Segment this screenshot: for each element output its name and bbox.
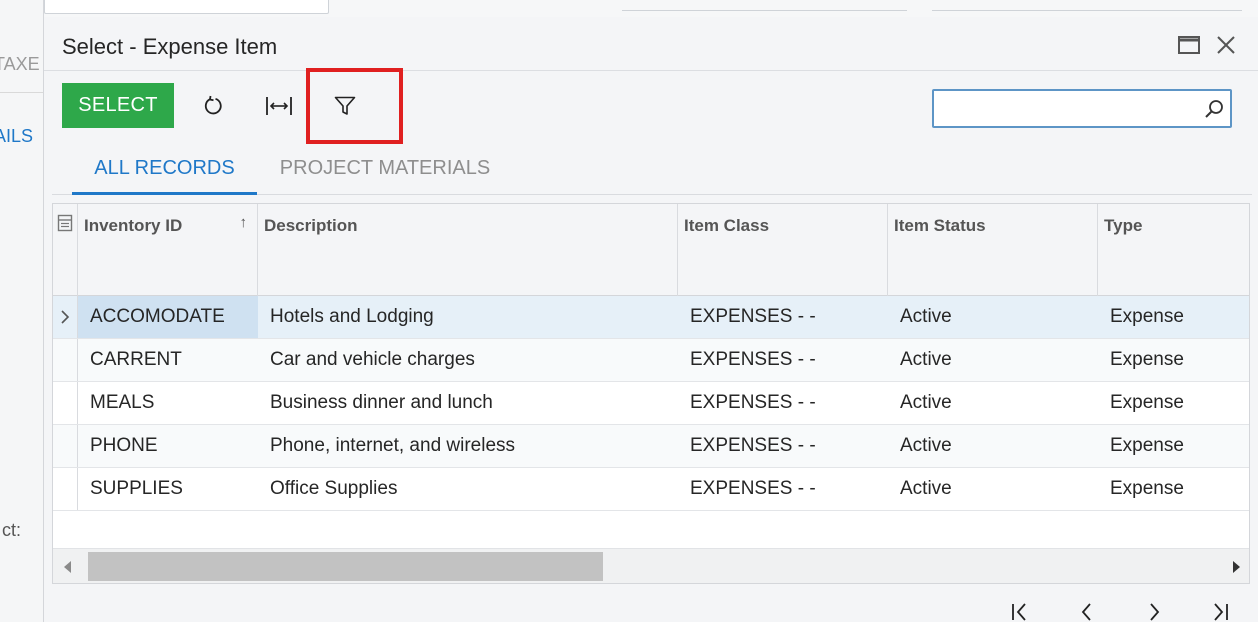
scroll-left-icon[interactable] [59, 558, 77, 576]
close-button[interactable] [1214, 33, 1238, 57]
search-box[interactable] [932, 89, 1232, 128]
background-top-strip [44, 0, 1258, 17]
column-header-label: Type [1104, 216, 1143, 235]
background-field [44, 0, 329, 14]
cell-inventory-id[interactable]: SUPPLIES [78, 468, 258, 510]
cell-item-class[interactable]: EXPENSES - - [678, 382, 888, 424]
cell-item-status[interactable]: Active [888, 296, 1098, 338]
cell-description[interactable]: Car and vehicle charges [258, 339, 678, 381]
cell-type[interactable]: Expense [1098, 382, 1249, 424]
maximize-icon [1178, 36, 1200, 54]
cell-description[interactable]: Business dinner and lunch [258, 382, 678, 424]
chevron-right-icon [61, 310, 70, 324]
cell-type[interactable]: Expense [1098, 296, 1249, 338]
table-row[interactable]: ACCOMODATE Hotels and Lodging EXPENSES -… [53, 296, 1249, 339]
last-page-button[interactable] [1206, 599, 1234, 622]
background-taxes-tab: TAXE [0, 54, 40, 74]
cell-item-class[interactable]: EXPENSES - - [678, 468, 888, 510]
table-row[interactable]: CARRENT Car and vehicle charges EXPENSES… [53, 339, 1249, 382]
search-input[interactable] [934, 91, 1196, 126]
chevron-right-icon [1150, 603, 1160, 621]
column-header-label: Description [264, 216, 358, 235]
cell-description[interactable]: Phone, internet, and wireless [258, 425, 678, 467]
tab-all-records[interactable]: ALL RECORDS [72, 147, 257, 195]
cell-item-status[interactable]: Active [888, 425, 1098, 467]
cell-type[interactable]: Expense [1098, 468, 1249, 510]
table-row[interactable]: PHONE Phone, internet, and wireless EXPE… [53, 425, 1249, 468]
cell-item-status[interactable]: Active [888, 382, 1098, 424]
filter-icon [334, 96, 356, 115]
scroll-right-icon[interactable] [1227, 558, 1245, 576]
cell-description[interactable]: Office Supplies [258, 468, 678, 510]
cell-item-class[interactable]: EXPENSES - - [678, 339, 888, 381]
cell-inventory-id[interactable]: MEALS [78, 382, 258, 424]
column-settings-icon [57, 214, 73, 232]
close-icon [1217, 36, 1235, 54]
grid-body: ACCOMODATE Hotels and Lodging EXPENSES -… [53, 296, 1249, 511]
column-header-type[interactable]: Type [1098, 204, 1249, 296]
cell-type[interactable]: Expense [1098, 425, 1249, 467]
cell-item-class[interactable]: EXPENSES - - [678, 296, 888, 338]
cell-type[interactable]: Expense [1098, 339, 1249, 381]
tab-project-materials[interactable]: PROJECT MATERIALS [270, 147, 500, 195]
title-divider [44, 70, 1258, 71]
scrollbar-thumb[interactable] [88, 552, 603, 581]
cell-inventory-id[interactable]: PHONE [78, 425, 258, 467]
cell-inventory-id[interactable]: ACCOMODATE [78, 296, 258, 338]
row-selector[interactable] [53, 339, 78, 381]
first-page-icon [1012, 603, 1026, 621]
row-selector[interactable] [53, 382, 78, 424]
column-header-inventory-id[interactable]: Inventory ID ↑ [78, 204, 258, 296]
refresh-icon [204, 95, 222, 115]
grid-header: Inventory ID ↑ Description Item Class It… [53, 204, 1249, 296]
column-header-item-status[interactable]: Item Status [888, 204, 1098, 296]
expense-item-grid: Inventory ID ↑ Description Item Class It… [52, 203, 1250, 584]
background-divider [0, 92, 43, 93]
cell-description[interactable]: Hotels and Lodging [258, 296, 678, 338]
column-header-item-class[interactable]: Item Class [678, 204, 888, 296]
search-icon[interactable] [1204, 99, 1224, 119]
row-selector[interactable] [53, 296, 78, 338]
fit-columns-button[interactable] [261, 89, 297, 123]
first-page-button[interactable] [1006, 599, 1034, 622]
cell-item-class[interactable]: EXPENSES - - [678, 425, 888, 467]
chevron-left-icon [1081, 603, 1091, 621]
maximize-button[interactable] [1177, 33, 1201, 57]
cell-item-status[interactable]: Active [888, 339, 1098, 381]
cell-inventory-id[interactable]: CARRENT [78, 339, 258, 381]
fit-columns-icon [266, 97, 292, 115]
row-selector[interactable] [53, 425, 78, 467]
row-selector[interactable] [53, 468, 78, 510]
next-page-button[interactable] [1140, 599, 1168, 622]
column-settings-button[interactable] [53, 204, 78, 296]
table-row[interactable]: SUPPLIES Office Supplies EXPENSES - - Ac… [53, 468, 1249, 511]
dialog-title: Select - Expense Item [62, 34, 278, 59]
tab-bar: ALL RECORDS PROJECT MATERIALS [52, 147, 1252, 195]
table-row[interactable]: MEALS Business dinner and lunch EXPENSES… [53, 382, 1249, 425]
column-header-description[interactable]: Description [258, 204, 678, 296]
horizontal-scrollbar[interactable] [53, 548, 1249, 583]
background-details-tab: AILS [0, 126, 34, 146]
background-left-panel: TAXE AILS ct: [0, 0, 44, 622]
background-field-label: ct: [2, 520, 22, 540]
background-field-underline [622, 10, 907, 11]
background-field-underline [932, 10, 1242, 11]
select-expense-item-dialog: Select - Expense Item SELECT ALL RECORDS… [44, 17, 1258, 622]
column-header-label: Inventory ID [84, 216, 183, 235]
sort-ascending-icon: ↑ [239, 214, 248, 231]
previous-page-button[interactable] [1073, 599, 1101, 622]
select-button[interactable]: SELECT [62, 83, 174, 128]
column-header-label: Item Status [894, 216, 986, 235]
cell-item-status[interactable]: Active [888, 468, 1098, 510]
column-header-label: Item Class [684, 216, 770, 235]
refresh-button[interactable] [195, 89, 231, 123]
filter-button[interactable] [327, 89, 363, 123]
last-page-icon [1214, 603, 1228, 621]
